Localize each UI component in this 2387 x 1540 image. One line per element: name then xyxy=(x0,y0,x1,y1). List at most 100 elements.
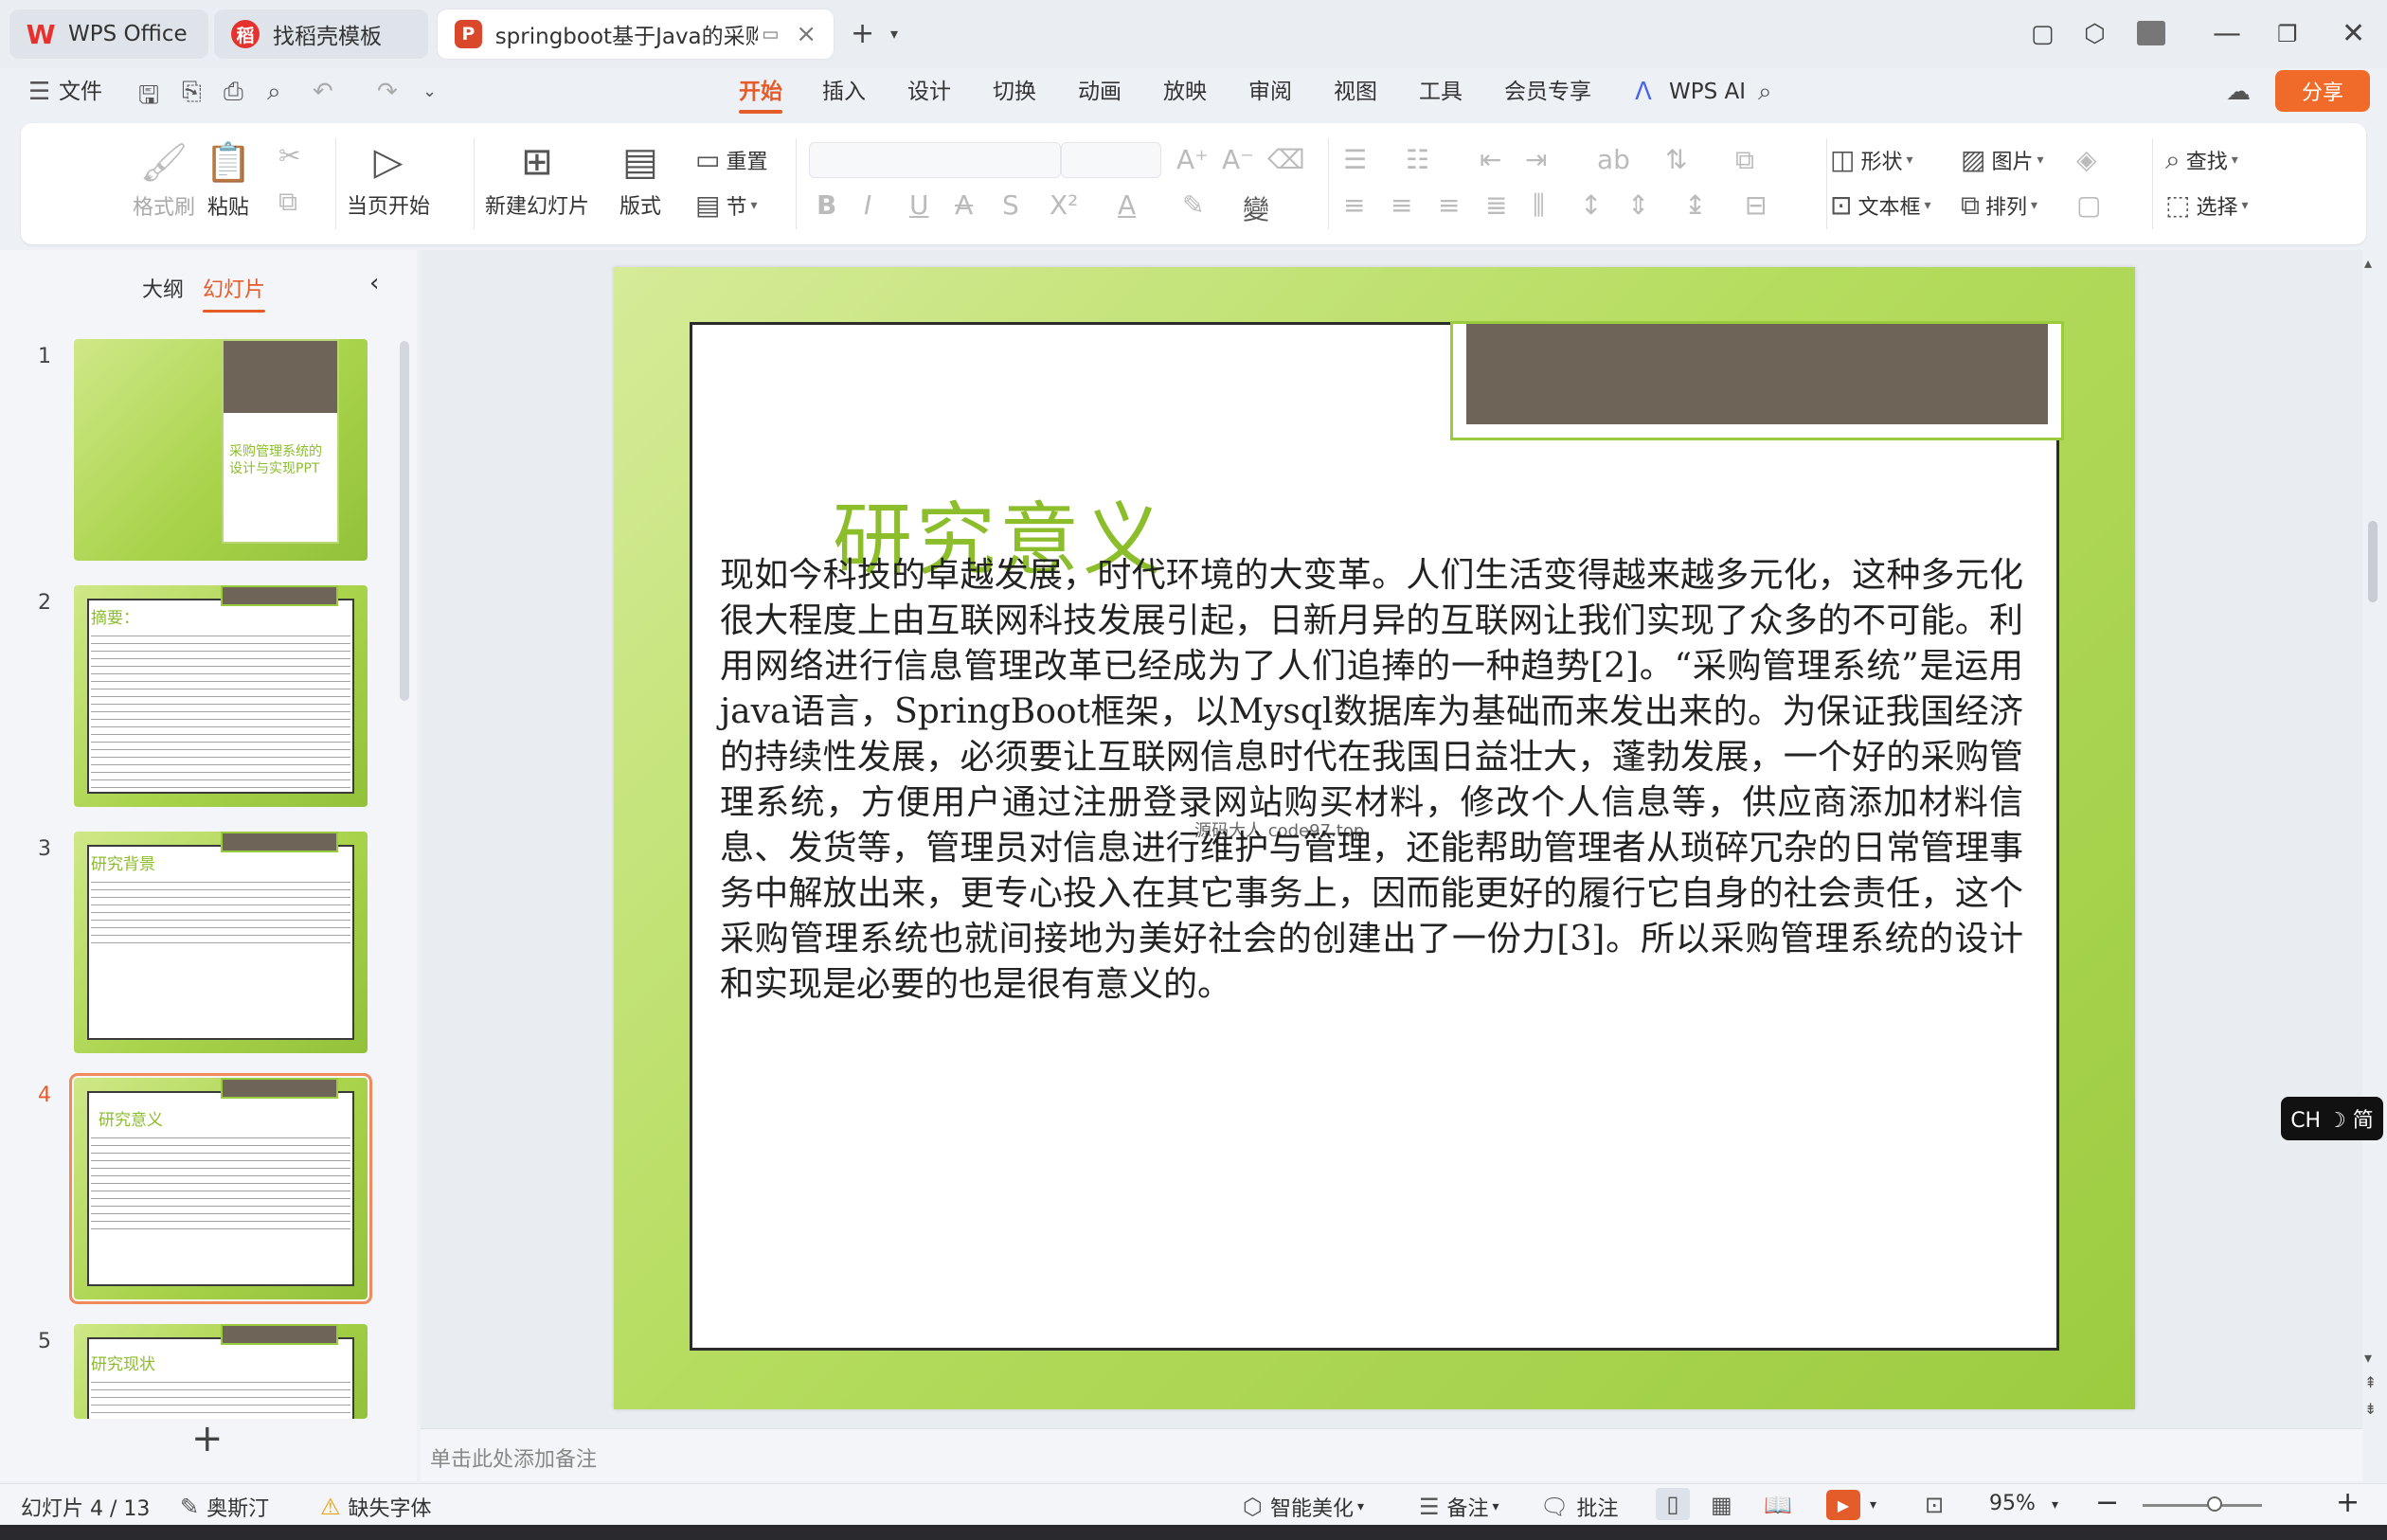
chevron-down-icon[interactable]: ▾ xyxy=(1870,1497,1876,1513)
bullets-icon[interactable]: ☰ xyxy=(1343,144,1373,175)
select-button[interactable]: ⬚ 选择 ▾ xyxy=(2165,189,2249,221)
slide-thumbnail-2[interactable]: 摘要： xyxy=(74,585,368,807)
restore-button[interactable]: ❐ xyxy=(2277,17,2298,51)
add-slide-button[interactable]: + xyxy=(191,1417,224,1460)
zoom-slider-handle[interactable] xyxy=(2206,1496,2222,1512)
cloud-icon[interactable]: ☁ xyxy=(2226,78,2251,106)
highlight-icon[interactable]: ✎ xyxy=(1182,189,1210,221)
paste-button[interactable]: 📋 粘贴 xyxy=(205,140,252,221)
align-center-icon[interactable]: ≡ xyxy=(1391,189,1418,221)
chevron-down-icon[interactable]: ▾ xyxy=(2052,1497,2058,1513)
slide-thumbnail-1[interactable]: 采购管理系统的设计与实现PPT xyxy=(74,339,368,561)
close-window-button[interactable]: ✕ xyxy=(2342,17,2365,51)
font-family-select[interactable] xyxy=(809,142,1061,178)
undo-icon[interactable]: ↶ xyxy=(313,78,333,106)
tab-wps-office[interactable]: W WPS Office xyxy=(9,9,208,59)
slide-thumbnail-3[interactable]: 研究背景 xyxy=(74,832,368,1053)
bold-icon[interactable]: B xyxy=(817,189,842,221)
prev-slide-icon[interactable]: ⇞ xyxy=(2364,1373,2377,1391)
print-icon[interactable]: ⎙ xyxy=(224,78,243,107)
slideshow-play-button[interactable]: ▶ xyxy=(1826,1490,1860,1520)
superscript-icon[interactable]: X² xyxy=(1050,189,1084,221)
tab-slideshow[interactable]: 放映 xyxy=(1163,76,1207,108)
scroll-up-icon[interactable]: ▴ xyxy=(2364,254,2372,272)
convert-smartart-icon[interactable]: ⧉ xyxy=(1735,144,1760,176)
zoom-out-button[interactable]: − xyxy=(2095,1486,2119,1519)
sorter-view-button[interactable]: ▦ xyxy=(1711,1492,1740,1518)
share-button[interactable]: 分享 xyxy=(2275,70,2370,112)
fill-color-icon[interactable]: ◈ xyxy=(2076,144,2103,175)
textbox-button[interactable]: ⊡ 文本框 ▾ xyxy=(1830,189,1931,221)
comments-button[interactable]: 🗨 批注 xyxy=(1540,1492,1618,1522)
line-spacing-icon[interactable]: ↕ xyxy=(1580,189,1607,221)
paragraph-spacing-icon[interactable]: ⇕ xyxy=(1627,189,1655,221)
outline-color-icon[interactable]: ▢ xyxy=(2076,189,2107,221)
shape-button[interactable]: ◫ 形状 ▾ xyxy=(1830,144,1913,175)
spacing-menu-icon[interactable]: ↨ xyxy=(1684,189,1712,221)
clear-format-icon[interactable]: ⌫ xyxy=(1267,144,1311,175)
window-layout-icon[interactable]: ▢ xyxy=(2031,17,2055,51)
picture-button[interactable]: ▨ 图片 ▾ xyxy=(1961,144,2044,175)
ime-indicator[interactable]: CH ☽ 简 xyxy=(2281,1097,2383,1140)
arrange-button[interactable]: ⧉ 排列 ▾ xyxy=(1961,189,2037,222)
new-slide-button[interactable]: ⊞ 新建幻灯片 xyxy=(485,140,589,220)
play-from-current-button[interactable]: ▷ 当页开始 xyxy=(347,140,430,220)
normal-view-button[interactable]: ▯ xyxy=(1656,1488,1690,1520)
tab-transition[interactable]: 切换 xyxy=(993,76,1036,108)
chevron-down-icon[interactable]: ▾ xyxy=(890,17,898,51)
font-size-select[interactable] xyxy=(1061,142,1161,178)
decrease-font-icon[interactable]: A⁻ xyxy=(1222,144,1260,175)
reading-view-button[interactable]: 📖 xyxy=(1764,1492,1800,1518)
print-preview-icon[interactable]: ⌕ xyxy=(267,78,281,107)
tab-member[interactable]: 会员专享 xyxy=(1504,76,1591,108)
save-icon[interactable]: 🖫 xyxy=(138,78,159,119)
tab-home[interactable]: 开始 xyxy=(739,76,782,114)
collapse-panel-icon[interactable]: ‹ xyxy=(369,269,379,297)
tab-template-store[interactable]: 稻 找稻壳模板 xyxy=(214,9,428,59)
cut-button[interactable]: ✂ xyxy=(278,140,306,171)
chevron-down-icon[interactable]: ⌄ xyxy=(422,81,437,101)
next-slide-icon[interactable]: ⇟ xyxy=(2364,1400,2377,1418)
tab-current-document[interactable]: P springboot基于Java的采购管理系统 ▭ × xyxy=(438,9,834,59)
indent-icon[interactable]: ⇥ xyxy=(1525,144,1552,175)
hamburger-icon[interactable]: ☰ xyxy=(28,78,50,106)
underline-icon[interactable]: U xyxy=(909,189,935,221)
text-direction-icon[interactable]: ab xyxy=(1597,144,1636,175)
phonetic-icon[interactable]: 變 xyxy=(1243,189,1275,227)
reset-button[interactable]: ▭ 重置 xyxy=(695,144,767,175)
numbering-icon[interactable]: ☷ xyxy=(1406,144,1435,175)
tab-animation[interactable]: 动画 xyxy=(1078,76,1122,108)
close-tab-icon[interactable]: × xyxy=(796,20,817,48)
zoom-in-button[interactable]: + xyxy=(2336,1486,2360,1519)
cube-icon[interactable]: ⬡ xyxy=(2084,17,2106,51)
justify-icon[interactable]: ≣ xyxy=(1485,189,1513,221)
tab-design[interactable]: 设计 xyxy=(907,76,951,108)
zoom-level[interactable]: 95% xyxy=(1989,1492,2036,1515)
export-icon[interactable]: ⎘ xyxy=(182,78,202,107)
increase-font-icon[interactable]: A⁺ xyxy=(1176,144,1214,175)
scroll-down-icon[interactable]: ▾ xyxy=(2364,1349,2372,1367)
avatar[interactable] xyxy=(2137,21,2165,45)
find-button[interactable]: ⌕ 查找 ▾ xyxy=(2165,144,2238,176)
missing-font-indicator[interactable]: ⚠ 缺失字体 xyxy=(320,1492,432,1522)
outdent-icon[interactable]: ⇤ xyxy=(1480,144,1507,175)
align-right-icon[interactable]: ≡ xyxy=(1438,189,1465,221)
strikethrough-icon[interactable]: A xyxy=(955,189,978,221)
shadow-icon[interactable]: S xyxy=(1002,189,1025,221)
fit-window-button[interactable]: ⊡ xyxy=(1925,1492,1951,1518)
slide-thumbnail-5[interactable]: 研究现状 xyxy=(74,1324,368,1419)
minimize-button[interactable]: — xyxy=(2213,17,2241,51)
new-tab-button[interactable]: + xyxy=(851,17,874,51)
redo-icon[interactable]: ↷ xyxy=(377,78,398,106)
italic-icon[interactable]: I xyxy=(864,189,877,221)
font-color-icon[interactable]: A xyxy=(1118,189,1141,221)
menu-file[interactable]: 文件 xyxy=(59,76,102,108)
layout-button[interactable]: ▤ 版式 xyxy=(619,140,661,220)
wps-ai-button[interactable]: WPS AI xyxy=(1669,76,1746,108)
notes-pane[interactable]: 单击此处添加备注 xyxy=(421,1428,2362,1481)
format-painter-button[interactable]: 🖌 格式刷 xyxy=(133,140,195,221)
current-slide[interactable]: 研究意义 源码大人 code97.top 现如今科技的卓越发展，时代环境的大变革… xyxy=(614,267,2135,1409)
tab-insert[interactable]: 插入 xyxy=(822,76,866,108)
slide-thumbnail-4[interactable]: 研究意义 xyxy=(69,1073,372,1304)
tab-tools[interactable]: 工具 xyxy=(1419,76,1463,108)
